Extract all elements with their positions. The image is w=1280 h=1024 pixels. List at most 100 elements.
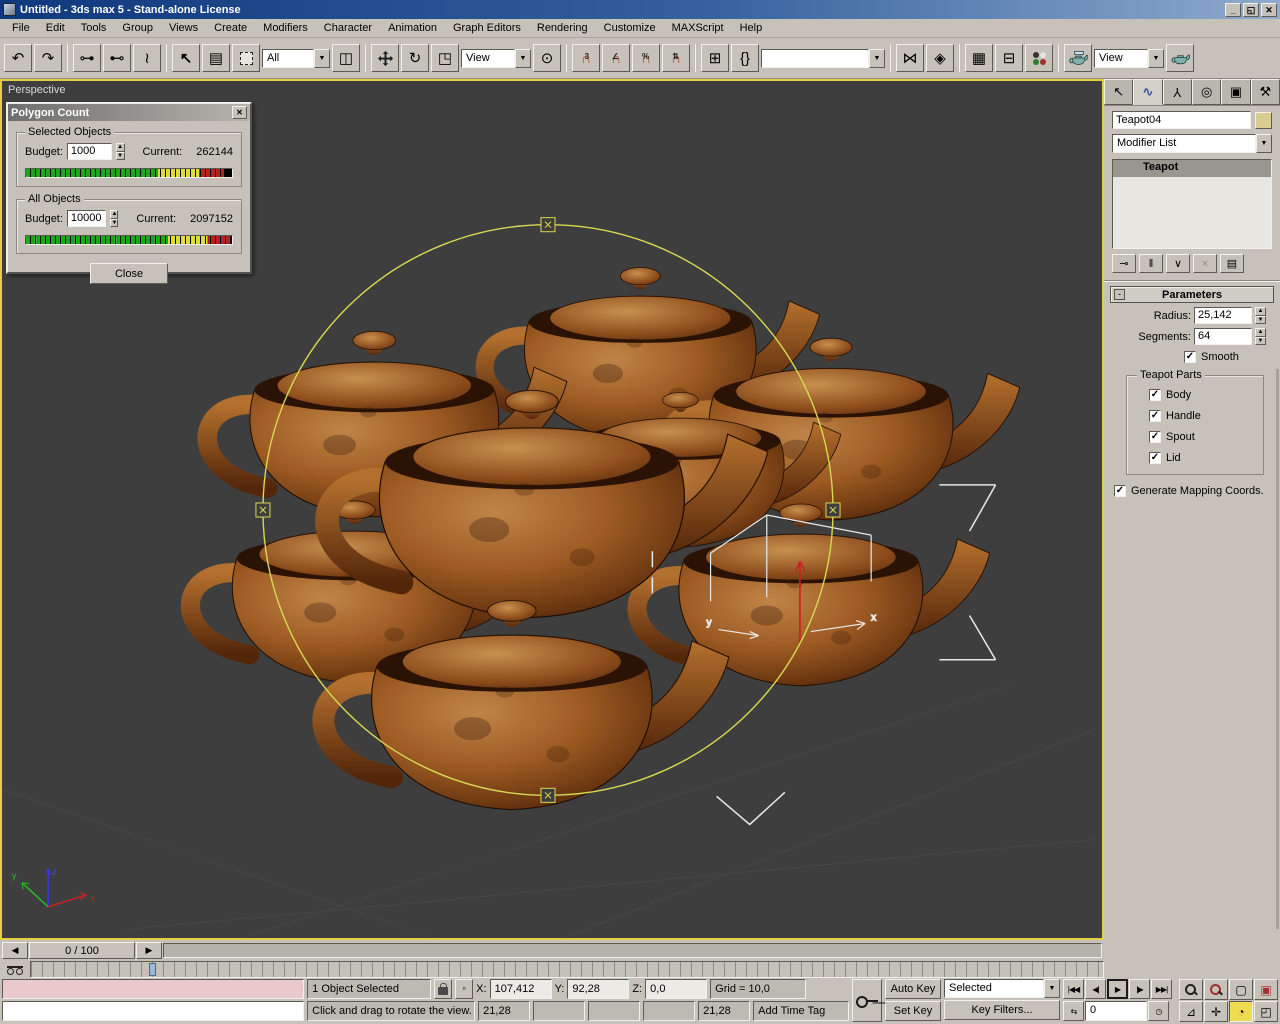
zoom-all-icon[interactable] bbox=[1204, 979, 1228, 1000]
use-pivot-point-icon[interactable]: ⊙ bbox=[533, 44, 561, 72]
quick-render-icon[interactable] bbox=[1166, 44, 1194, 72]
close-button[interactable]: ✕ bbox=[1261, 2, 1277, 17]
set-key-mode-icon[interactable] bbox=[852, 979, 882, 1022]
listener-input-field[interactable] bbox=[2, 1001, 305, 1021]
arc-rotate-handle-left[interactable] bbox=[255, 502, 271, 518]
selection-lock-icon[interactable] bbox=[434, 979, 453, 999]
key-filters-button[interactable]: Key Filters... bbox=[944, 1000, 1060, 1020]
spout-checkbox[interactable]: ✓ bbox=[1149, 431, 1161, 443]
render-type-dropdown[interactable]: View ▼ bbox=[1094, 48, 1164, 68]
spinner-down-icon[interactable]: ▼ bbox=[115, 151, 125, 160]
key-mode-toggle-icon[interactable]: ⇆ bbox=[1063, 1001, 1084, 1021]
title-bar[interactable]: Untitled - 3ds max 5 - Stand-alone Licen… bbox=[0, 0, 1280, 19]
tab-hierarchy[interactable]: Y bbox=[1162, 79, 1192, 105]
budget-spinner[interactable]: ▲ ▼ bbox=[110, 210, 119, 227]
current-frame-marker[interactable] bbox=[149, 963, 156, 976]
time-slider-prev-icon[interactable]: ◀ bbox=[2, 942, 28, 959]
teapot-objects[interactable] bbox=[190, 268, 1019, 810]
arc-rotate-handle-right[interactable] bbox=[825, 502, 841, 518]
y-coordinate-field[interactable]: 92,28 bbox=[567, 979, 630, 999]
stack-item-teapot[interactable]: Teapot bbox=[1113, 160, 1271, 177]
spinner-up-icon[interactable]: ▲ bbox=[115, 143, 125, 152]
redo-icon[interactable]: ↷ bbox=[34, 44, 62, 72]
menu-file[interactable]: File bbox=[4, 20, 38, 36]
all-budget-field[interactable]: 10000 bbox=[66, 210, 107, 227]
current-frame-field[interactable]: 0 bbox=[1085, 1001, 1147, 1021]
parameters-rollout-header[interactable]: - Parameters bbox=[1110, 286, 1274, 303]
dialog-close-icon[interactable]: ✕ bbox=[232, 106, 247, 119]
viewport-perspective[interactable]: y x z y x Perspective Polygon Count ✕ Se… bbox=[0, 79, 1104, 940]
select-and-rotate-icon[interactable]: ↻ bbox=[401, 44, 429, 72]
spinner-down-icon[interactable]: ▼ bbox=[1255, 336, 1266, 345]
select-and-move-icon[interactable] bbox=[371, 44, 399, 72]
auto-key-button[interactable]: Auto Key bbox=[885, 979, 941, 999]
tab-utilities[interactable]: ⚒ bbox=[1250, 79, 1280, 105]
selection-filter-dropdown[interactable]: All ▼ bbox=[262, 48, 330, 68]
bind-to-space-warp-icon[interactable]: ≀ bbox=[133, 44, 161, 72]
menu-help[interactable]: Help bbox=[732, 20, 771, 36]
zoom-extents-all-icon[interactable]: ▣ bbox=[1254, 979, 1278, 1000]
tab-motion[interactable]: ◎ bbox=[1191, 79, 1222, 105]
menu-rendering[interactable]: Rendering bbox=[529, 20, 596, 36]
configure-modifier-sets-icon[interactable]: ▤ bbox=[1220, 254, 1244, 273]
spinner-down-icon[interactable]: ▼ bbox=[1255, 315, 1266, 324]
show-end-result-icon[interactable]: ‖ bbox=[1139, 254, 1163, 273]
render-scene-icon[interactable] bbox=[1064, 44, 1092, 72]
spinner-snap-icon[interactable]: ∩ ⇅ bbox=[662, 44, 690, 72]
chevron-down-icon[interactable]: ▼ bbox=[1256, 134, 1272, 153]
absolute-offset-toggle-icon[interactable]: ◦ bbox=[455, 979, 474, 999]
select-and-scale-icon[interactable]: ◳ bbox=[431, 44, 459, 72]
modifier-list-dropdown[interactable]: Modifier List ▼ bbox=[1112, 134, 1272, 153]
make-unique-icon[interactable]: ∨ bbox=[1166, 254, 1190, 273]
align-icon[interactable]: ◈ bbox=[926, 44, 954, 72]
tab-create[interactable]: ↖ bbox=[1104, 79, 1134, 105]
go-to-end-icon[interactable]: ▶▶| bbox=[1151, 979, 1172, 999]
dialog-title-bar[interactable]: Polygon Count ✕ bbox=[8, 104, 250, 121]
next-frame-icon[interactable]: |▶ bbox=[1129, 979, 1150, 999]
lid-checkbox[interactable]: ✓ bbox=[1149, 452, 1161, 464]
layer-manager-icon[interactable]: ▦ bbox=[965, 44, 993, 72]
percent-snap-icon[interactable]: ∩% bbox=[632, 44, 660, 72]
tab-display[interactable]: ▣ bbox=[1221, 79, 1251, 105]
arc-rotate-icon[interactable]: ◔ bbox=[1229, 1001, 1253, 1022]
time-slider-next-icon[interactable]: ▶ bbox=[136, 942, 162, 959]
zoom-icon[interactable] bbox=[1179, 979, 1203, 1000]
radius-spinner[interactable]: ▲ ▼ bbox=[1255, 307, 1266, 324]
segments-field[interactable]: 64 bbox=[1194, 328, 1252, 345]
time-slider-track[interactable] bbox=[163, 943, 1102, 958]
go-to-start-icon[interactable]: |◀◀ bbox=[1063, 979, 1084, 999]
menu-create[interactable]: Create bbox=[206, 20, 255, 36]
spinner-up-icon[interactable]: ▲ bbox=[1255, 328, 1266, 337]
field-of-view-icon[interactable]: ⊿ bbox=[1179, 1001, 1203, 1022]
menu-modifiers[interactable]: Modifiers bbox=[255, 20, 316, 36]
window-crossing-icon[interactable]: ◫ bbox=[332, 44, 360, 72]
spinner-down-icon[interactable]: ▼ bbox=[110, 218, 119, 227]
mirror-icon[interactable]: ⋈ bbox=[896, 44, 924, 72]
set-key-button[interactable]: Set Key bbox=[885, 1001, 941, 1021]
curve-editor-icon[interactable]: ⊟ bbox=[995, 44, 1023, 72]
close-button[interactable]: Close bbox=[90, 263, 168, 284]
select-by-name-icon[interactable]: ▤ bbox=[202, 44, 230, 72]
budget-spinner[interactable]: ▲ ▼ bbox=[115, 143, 125, 160]
menu-animation[interactable]: Animation bbox=[380, 20, 445, 36]
reference-coordinate-system-dropdown[interactable]: View ▼ bbox=[461, 48, 531, 68]
select-and-link-icon[interactable]: ⊶ bbox=[73, 44, 101, 72]
chevron-down-icon[interactable]: ▼ bbox=[314, 48, 330, 68]
remove-modifier-icon[interactable]: × bbox=[1193, 254, 1217, 273]
previous-frame-icon[interactable]: ◀| bbox=[1085, 979, 1106, 999]
menu-group[interactable]: Group bbox=[114, 20, 161, 36]
listener-macro-recorder-field[interactable] bbox=[2, 979, 305, 999]
radius-field[interactable]: 25,142 bbox=[1194, 307, 1252, 324]
pan-icon[interactable]: ✛ bbox=[1204, 1001, 1228, 1022]
segments-spinner[interactable]: ▲ ▼ bbox=[1255, 328, 1266, 345]
viewport-label[interactable]: Perspective bbox=[8, 84, 65, 96]
named-selection-sets-icon[interactable]: {} bbox=[731, 44, 759, 72]
zoom-extents-icon[interactable]: ▢ bbox=[1229, 979, 1253, 1000]
selected-budget-field[interactable]: 1000 bbox=[66, 143, 112, 160]
handle-checkbox[interactable]: ✓ bbox=[1149, 410, 1161, 422]
menu-graph-editors[interactable]: Graph Editors bbox=[445, 20, 529, 36]
select-object-icon[interactable]: ↖ bbox=[172, 44, 200, 72]
chevron-down-icon[interactable]: ▼ bbox=[515, 48, 531, 68]
menu-character[interactable]: Character bbox=[316, 20, 380, 36]
smooth-checkbox[interactable]: ✓ bbox=[1184, 351, 1196, 363]
